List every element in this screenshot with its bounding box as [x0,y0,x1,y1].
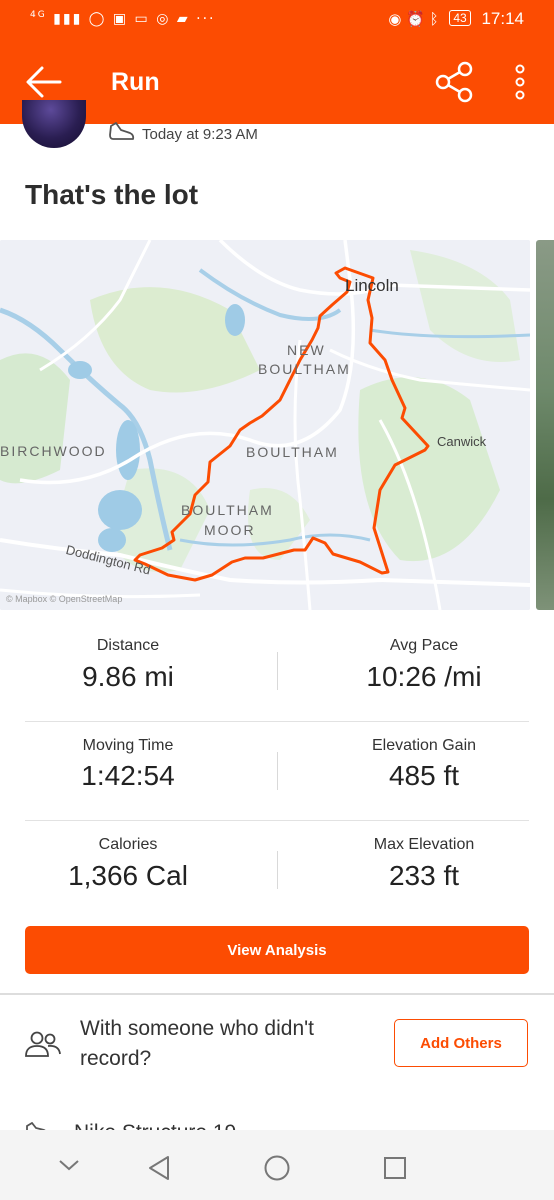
share-icon [435,61,473,103]
stat-divider [277,652,278,690]
map-label-new-boultham-2: BOULTHAM [258,361,351,377]
status-bar: 4G ▮▮▮ ◯ ▣ ▭ ◎ ▰ ··· ◉ ⏰ ᛒ 43 17:14 [0,0,554,40]
bluetooth-icon: ᛒ [429,11,439,28]
overflow-dots: ··· [196,11,216,27]
map-label-canwick: Canwick [437,434,487,449]
nav-recents-icon [384,1157,406,1179]
route-map[interactable]: Lincoln NEW BOULTHAM BIRCHWOOD BOULTHAM … [0,240,530,610]
add-others-button[interactable]: Add Others [394,1019,528,1067]
clock: 17:14 [481,9,524,28]
nav-collapse-button[interactable] [57,1157,81,1178]
activity-timestamp: Today at 9:23 AM [142,126,258,143]
eye-icon: ◉ [388,11,402,28]
stat-value-avg-pace: 10:26 /mi [366,661,482,692]
nav-home-icon [264,1155,290,1181]
map-label-boultham-moor-1: BOULTHAM [181,502,274,518]
back-button[interactable] [24,64,64,100]
instagram-icon: ◎ [156,11,171,27]
stat-row-divider [25,721,529,722]
stat-label-distance: Distance [96,637,160,654]
nav-back-button[interactable] [146,1154,172,1187]
battery-level: 43 [449,10,471,26]
with-someone-prompt: With someone who didn't record? [80,1017,314,1070]
network-label: 4G [30,10,47,20]
view-analysis-button[interactable]: View Analysis [25,926,529,974]
map-label-boultham: BOULTHAM [246,444,339,460]
nav-back-icon [149,1156,169,1180]
alarm-icon: ⏰ [406,11,425,28]
amazon-icon: ▭ [134,11,150,27]
activity-photo-thumbnail[interactable] [536,240,554,610]
map-label-lincoln: Lincoln [345,276,399,295]
stat-value-elevation-gain: 485 ft [388,760,460,791]
map-label-birchwood: BIRCHWOOD [0,443,107,459]
map-label-new-boultham-1: NEW [287,342,326,358]
nav-home-button[interactable] [263,1154,291,1187]
nav-recents-button[interactable] [382,1155,408,1186]
stat-value-moving-time: 1:42:54 [81,760,175,791]
stat-value-max-elevation: 233 ft [388,860,460,891]
more-options-button[interactable] [510,62,530,104]
page-title: Run [111,68,160,96]
stat-divider [277,752,278,790]
chat-icon: ▰ [176,11,190,27]
map-label-boultham-moor-2: MOOR [204,522,256,538]
stat-row-divider [25,820,529,821]
stat-label-moving-time: Moving Time [82,737,174,754]
status-left: 4G ▮▮▮ ◯ ▣ ▭ ◎ ▰ ··· [30,10,216,27]
shoe-icon [108,120,136,149]
map-attribution: © Mapbox © OpenStreetMap [6,594,123,604]
system-nav-bar [0,1130,554,1200]
avatar[interactable] [22,100,86,148]
outlook-icon: ▣ [112,11,129,27]
stat-divider [277,851,278,889]
stat-label-max-elevation: Max Elevation [373,836,475,853]
stat-label-elevation-gain: Elevation Gain [371,737,477,754]
back-arrow-icon [26,66,62,98]
activity-title: That's the lot [25,179,199,210]
stat-value-distance: 9.86 mi [82,661,174,692]
stat-label-calories: Calories [98,836,158,853]
status-right: ◉ ⏰ ᛒ 43 17:14 [388,9,524,29]
more-vertical-icon [515,64,525,100]
stat-label-avg-pace: Avg Pace [389,637,459,654]
people-icon [24,1030,62,1063]
section-divider [0,993,554,995]
stat-value-calories: 1,366 Cal [68,860,188,891]
whatsapp-icon: ◯ [88,11,107,27]
chevron-down-icon [59,1160,79,1171]
signal-icon: ▮▮▮ [53,11,83,27]
share-button[interactable] [434,61,476,103]
